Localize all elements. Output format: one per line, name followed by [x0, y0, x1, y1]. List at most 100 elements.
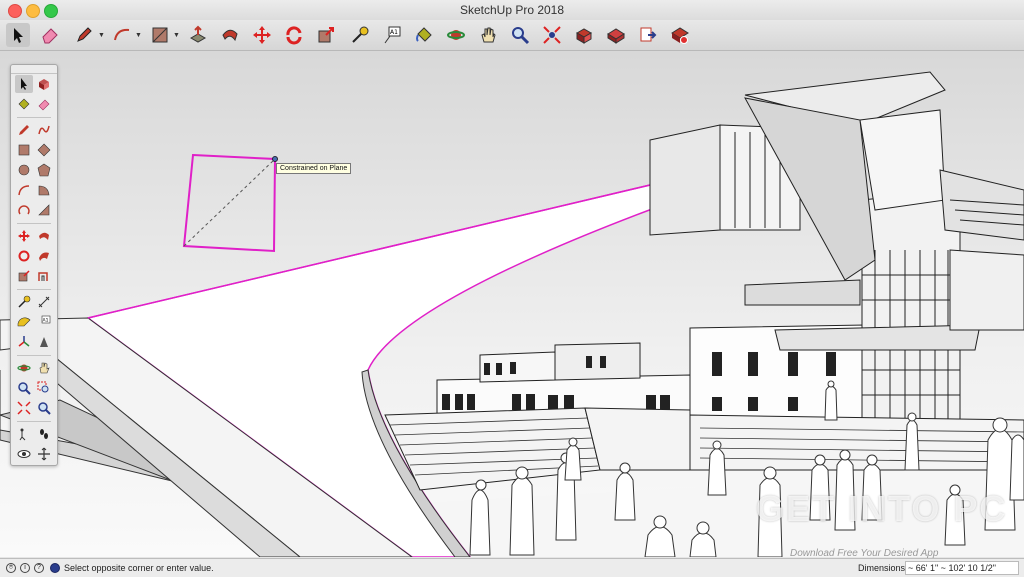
camera-icon — [19, 428, 26, 441]
instructor-icon[interactable] — [50, 563, 60, 573]
scale-tool-button[interactable] — [314, 23, 338, 47]
orbit-icon — [447, 30, 465, 40]
arrow-cursor-icon — [14, 28, 23, 43]
extension-warehouse-button[interactable] — [668, 23, 692, 47]
palette-follow-me-button[interactable] — [35, 247, 53, 265]
palette-zoom-button[interactable] — [15, 379, 33, 397]
palette-previous-view-button[interactable] — [35, 399, 53, 417]
chevron-down-icon[interactable]: ▼ — [98, 32, 105, 39]
modeling-viewport[interactable]: Constrained on Plane — [0, 51, 1024, 557]
paint-bucket-icon — [416, 27, 432, 42]
palette-pan-button[interactable] — [35, 359, 53, 377]
send-to-layout-button[interactable] — [636, 23, 660, 47]
palette-select-button[interactable] — [15, 75, 33, 93]
palette-protractor-button[interactable] — [15, 313, 33, 331]
tape-measure-icon — [352, 26, 369, 43]
geolocation-icon[interactable]: ⌾ — [6, 563, 16, 573]
zoom-extents-tool-button[interactable] — [540, 23, 564, 47]
orbit-icon — [17, 364, 31, 372]
chevron-down-icon[interactable]: ▼ — [135, 32, 142, 39]
palette-paint-button[interactable] — [15, 95, 33, 113]
text-label-icon: A1 — [41, 315, 51, 324]
hand-icon — [39, 362, 50, 374]
zoom-tool-button[interactable] — [508, 23, 532, 47]
axes-icon — [18, 336, 30, 347]
palette-header[interactable] — [11, 65, 57, 74]
palette-offset-button[interactable] — [35, 267, 53, 285]
palette-scale-button[interactable] — [15, 267, 33, 285]
palette-rotate-button[interactable] — [15, 247, 33, 265]
palette-3d-text-button[interactable] — [35, 333, 53, 351]
palette-pie-button[interactable] — [35, 181, 53, 199]
palette-rectangle-button[interactable] — [15, 141, 33, 159]
orbit-tool-button[interactable] — [444, 23, 468, 47]
zoom-extents-icon — [17, 401, 31, 415]
pan-tool-button[interactable] — [476, 23, 500, 47]
palette-text-button[interactable]: A1 — [35, 313, 53, 331]
follow-me-tool-button[interactable] — [218, 23, 242, 47]
chevron-down-icon[interactable]: ▼ — [173, 32, 180, 39]
follow-me-icon — [39, 232, 49, 240]
palette-rotated-rectangle-button[interactable] — [35, 141, 53, 159]
layout-icon — [640, 27, 657, 42]
protractor-icon — [17, 317, 31, 327]
select-tool-button[interactable] — [6, 23, 30, 47]
magnifier-icon — [512, 27, 530, 45]
palette-arc-button[interactable] — [15, 181, 33, 199]
svg-text:A1: A1 — [43, 318, 49, 324]
pencil-icon — [77, 27, 92, 42]
palette-freehand-button[interactable] — [35, 121, 53, 139]
previous-view-icon — [38, 402, 51, 415]
eraser-tool-button[interactable] — [38, 23, 62, 47]
info-icon[interactable]: i — [20, 563, 30, 573]
palette-component-button[interactable] — [35, 75, 53, 93]
palette-position-camera-button[interactable] — [15, 425, 33, 443]
arc-tool-button[interactable] — [110, 23, 134, 47]
palette-orbit-button[interactable] — [15, 359, 33, 377]
three-point-arc-icon — [18, 205, 30, 215]
palette-3pt-arc-button[interactable] — [15, 201, 33, 219]
paint-bucket-icon — [18, 98, 30, 110]
eye-icon — [17, 450, 31, 458]
palette-zoom-extents-button[interactable] — [15, 399, 33, 417]
follow-me-icon — [222, 29, 238, 42]
scale-icon — [18, 270, 30, 282]
palette-walk-button[interactable] — [35, 425, 53, 443]
three-d-text-icon — [40, 337, 48, 347]
palette-2pt-arc-button[interactable] — [35, 201, 53, 219]
palette-polygon-button[interactable] — [35, 161, 53, 179]
3d-model-scene — [0, 71, 1024, 557]
palette-tape-measure-button[interactable] — [15, 293, 33, 311]
component-icon — [39, 79, 49, 90]
palette-dimension-button[interactable] — [35, 293, 53, 311]
palette-zoom-window-button[interactable] — [35, 379, 53, 397]
help-icon[interactable]: ? — [34, 563, 44, 573]
eraser-icon — [42, 28, 58, 44]
components-button[interactable] — [572, 23, 596, 47]
tape-measure-tool-button[interactable] — [348, 23, 372, 47]
push-pull-tool-button[interactable] — [186, 23, 210, 47]
zoom-window-icon — [37, 381, 49, 393]
paint-bucket-tool-button[interactable] — [412, 23, 436, 47]
pencil-tool-button[interactable] — [72, 23, 96, 47]
palette-push-pull-button[interactable] — [35, 227, 53, 245]
text-label-icon: A1 — [384, 26, 401, 44]
palette-pencil-button[interactable] — [15, 121, 33, 139]
components-icon — [575, 28, 593, 44]
palette-look-around-button[interactable] — [15, 445, 33, 463]
palette-section-plane-button[interactable] — [35, 445, 53, 463]
window-title: SketchUp Pro 2018 — [459, 3, 565, 17]
rectangle-tool-button[interactable] — [148, 23, 172, 47]
palette-eraser-button[interactable] — [35, 95, 53, 113]
palette-axes-button[interactable] — [15, 333, 33, 351]
move-tool-button[interactable] — [250, 23, 274, 47]
dimensions-value-field[interactable]: ~ 66' 1" ~ 102' 10 1/2" — [905, 561, 1019, 575]
text-tool-button[interactable]: A1 — [380, 23, 404, 47]
palette-move-button[interactable] — [15, 227, 33, 245]
status-message: Select opposite corner or enter value. — [64, 563, 214, 573]
svg-text:A1: A1 — [390, 29, 398, 36]
zoom-extents-icon — [543, 26, 561, 44]
palette-circle-button[interactable] — [15, 161, 33, 179]
rotate-tool-button[interactable] — [282, 23, 306, 47]
warehouse-button[interactable] — [604, 23, 628, 47]
